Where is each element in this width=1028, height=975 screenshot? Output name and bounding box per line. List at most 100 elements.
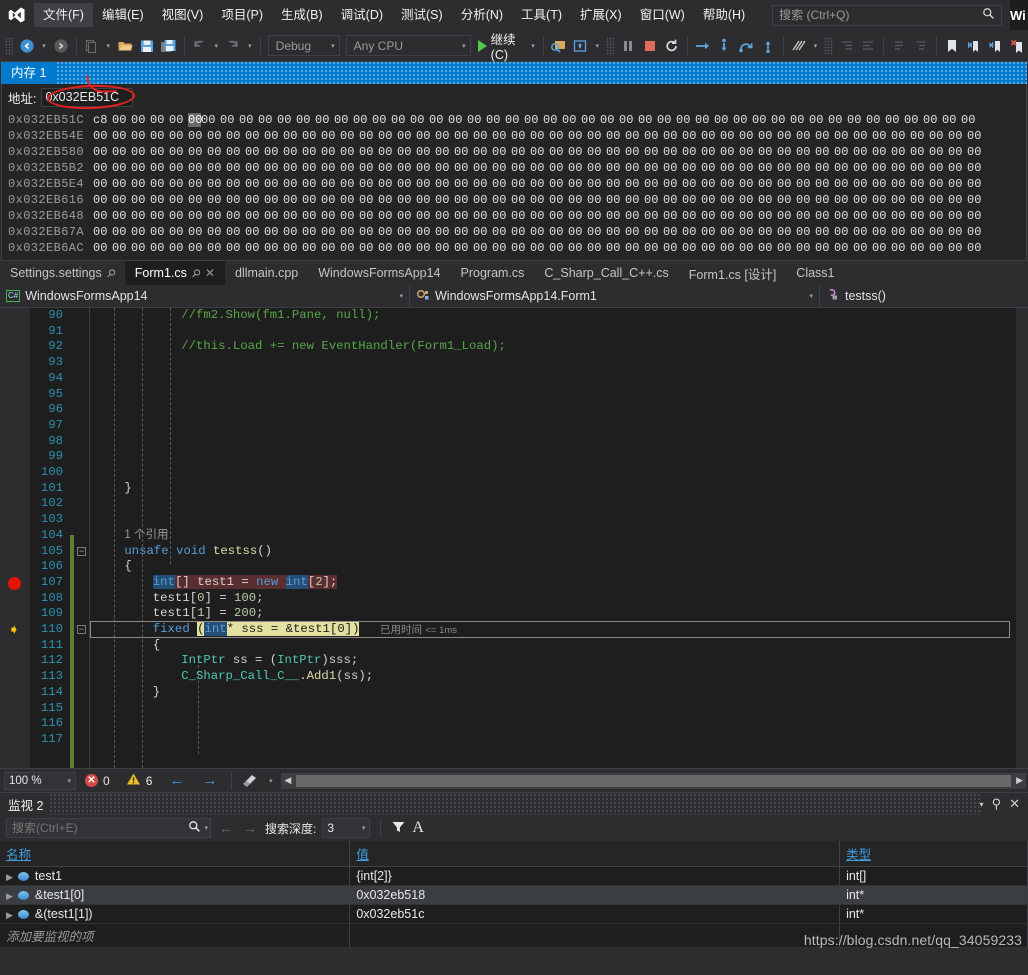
- threads-dropdown-icon[interactable]: ▾: [810, 34, 822, 58]
- memory-byte-cell[interactable]: 00: [188, 225, 207, 239]
- memory-byte-cell[interactable]: 00: [359, 161, 378, 175]
- memory-byte-cell[interactable]: 00: [169, 241, 188, 255]
- memory-byte-cell[interactable]: 00: [815, 209, 834, 223]
- memory-byte-cell[interactable]: 00: [340, 209, 359, 223]
- memory-byte-cell[interactable]: 00: [606, 161, 625, 175]
- step-out-icon[interactable]: [757, 34, 779, 58]
- memory-byte-cell[interactable]: 00: [492, 209, 511, 223]
- filter-funnel-icon[interactable]: [391, 820, 406, 837]
- memory-byte-cell[interactable]: 00: [834, 161, 853, 175]
- memory-byte-cell[interactable]: 00: [549, 193, 568, 207]
- memory-byte-cell[interactable]: 00: [340, 193, 359, 207]
- memory-byte-cell[interactable]: 00: [796, 209, 815, 223]
- memory-byte-cell[interactable]: 00: [245, 225, 264, 239]
- memory-byte-cell[interactable]: 00: [454, 193, 473, 207]
- watch-row[interactable]: ▶ &test1[0] 0x032eb518 int*: [0, 885, 1028, 905]
- memory-byte-cell[interactable]: 00: [568, 225, 587, 239]
- memory-byte-cell[interactable]: 00: [435, 225, 454, 239]
- pin-icon[interactable]: ⚲: [103, 266, 118, 280]
- memory-byte-cell[interactable]: 00: [283, 129, 302, 143]
- memory-byte-cell[interactable]: 00: [93, 209, 112, 223]
- code-line[interactable]: }: [124, 481, 131, 497]
- scrollbar-thumb[interactable]: [296, 774, 1012, 787]
- memory-byte-cell[interactable]: 00: [796, 193, 815, 207]
- memory-byte-cell[interactable]: 00: [587, 161, 606, 175]
- memory-byte-cell[interactable]: 00: [530, 193, 549, 207]
- memory-byte-cell[interactable]: 00: [720, 241, 739, 255]
- memory-byte-cell[interactable]: 00: [435, 129, 454, 143]
- memory-byte-cell[interactable]: 00: [796, 129, 815, 143]
- memory-byte-cell[interactable]: 00: [581, 113, 600, 127]
- memory-byte-cell[interactable]: 00: [454, 241, 473, 255]
- memory-byte-cell[interactable]: 00: [359, 225, 378, 239]
- memory-byte-cell[interactable]: 00: [150, 241, 169, 255]
- code-line[interactable]: test1[1] = 200;: [153, 606, 264, 622]
- memory-byte-cell[interactable]: 00: [834, 177, 853, 191]
- memory-byte-cell[interactable]: 00: [112, 209, 131, 223]
- memory-byte-cell[interactable]: 00: [834, 129, 853, 143]
- memory-byte-cell[interactable]: 00: [321, 225, 340, 239]
- memory-byte-cell[interactable]: 00: [657, 113, 676, 127]
- memory-byte-cell[interactable]: 00: [777, 161, 796, 175]
- menu-item-8[interactable]: 工具(T): [512, 3, 571, 27]
- memory-byte-cell[interactable]: 00: [505, 113, 524, 127]
- memory-byte-cell[interactable]: 00: [416, 209, 435, 223]
- memory-byte-cell[interactable]: 00: [929, 241, 948, 255]
- code-line[interactable]: {: [124, 559, 131, 575]
- code-line[interactable]: //this.Load += new EventHandler(Form1_Lo…: [181, 339, 506, 355]
- memory-byte-cell[interactable]: 00: [302, 129, 321, 143]
- memory-byte-cell[interactable]: 00: [834, 145, 853, 159]
- memory-byte-cell[interactable]: 00: [682, 145, 701, 159]
- memory-byte-cell[interactable]: 00: [334, 113, 353, 127]
- memory-byte-cell[interactable]: 00: [796, 145, 815, 159]
- pause-icon[interactable]: [617, 34, 639, 58]
- code-line[interactable]: //fm2.Show(fm1.Pane, null);: [181, 308, 380, 324]
- memory-byte-cell[interactable]: 00: [416, 129, 435, 143]
- memory-byte-cell[interactable]: 00: [435, 193, 454, 207]
- hot-reload-icon[interactable]: [570, 34, 592, 58]
- memory-byte-cell[interactable]: 00: [378, 145, 397, 159]
- memory-byte-cell[interactable]: 00: [473, 241, 492, 255]
- memory-byte-cell[interactable]: 00: [226, 193, 245, 207]
- memory-byte-cell[interactable]: 00: [568, 177, 587, 191]
- memory-byte-cell[interactable]: 00: [834, 225, 853, 239]
- memory-byte-cell[interactable]: 00: [625, 161, 644, 175]
- memory-row[interactable]: 0x032EB51C c8 00 00 00 00 00 00 00 00 00 00 00 00 00 00…: [8, 112, 1026, 128]
- memory-window-tab[interactable]: 内存 1: [1, 62, 56, 84]
- memory-byte-cell[interactable]: 00: [150, 209, 169, 223]
- navigate-back-dropdown-icon[interactable]: ▾: [38, 34, 50, 58]
- memory-byte-cell[interactable]: 00: [891, 145, 910, 159]
- memory-byte-cell[interactable]: 00: [815, 161, 834, 175]
- memory-byte-cell[interactable]: 00: [359, 129, 378, 143]
- memory-byte-cell[interactable]: 00: [302, 225, 321, 239]
- memory-byte-cell[interactable]: 00: [948, 129, 967, 143]
- memory-byte-cell[interactable]: 00: [283, 241, 302, 255]
- watch-search-input[interactable]: [12, 821, 189, 835]
- memory-byte-cell[interactable]: 00: [929, 209, 948, 223]
- memory-byte-cell[interactable]: 00: [169, 177, 188, 191]
- memory-row[interactable]: 0x032EB67A 00 00 00 00 00 00 00 00 00 00 00 00 00 00 00…: [8, 224, 1026, 240]
- expand-chevron-icon[interactable]: ▶: [6, 872, 13, 882]
- memory-row[interactable]: 0x032EB54E 00 00 00 00 00 00 00 00 00 00 00 00 00 00 00…: [8, 128, 1026, 144]
- watch-row-name-cell[interactable]: ▶ test1: [0, 866, 351, 886]
- memory-byte-cell[interactable]: 00: [283, 161, 302, 175]
- memory-byte-cell[interactable]: 00: [663, 209, 682, 223]
- memory-byte-cell[interactable]: 00: [758, 129, 777, 143]
- memory-byte-cell[interactable]: 00: [549, 241, 568, 255]
- toolbar-grip[interactable]: [5, 36, 14, 55]
- memory-byte-cell[interactable]: 00: [93, 241, 112, 255]
- memory-byte-cell[interactable]: 00: [188, 193, 207, 207]
- memory-byte-cell[interactable]: 00: [511, 161, 530, 175]
- scroll-left-icon[interactable]: ◀: [281, 775, 294, 786]
- memory-byte-cell[interactable]: 00: [530, 241, 549, 255]
- memory-byte-cell[interactable]: 00: [378, 225, 397, 239]
- watch-add-placeholder[interactable]: 添加要监视的项: [0, 923, 351, 948]
- memory-byte-cell[interactable]: 00: [543, 113, 562, 127]
- memory-byte-cell[interactable]: 00: [530, 177, 549, 191]
- memory-byte-cell[interactable]: 00: [416, 161, 435, 175]
- memory-byte-cell[interactable]: 00: [378, 193, 397, 207]
- memory-byte-cell[interactable]: 00: [492, 177, 511, 191]
- memory-byte-cell[interactable]: 00: [93, 193, 112, 207]
- memory-byte-cell[interactable]: 00: [568, 193, 587, 207]
- menu-item-2[interactable]: 视图(V): [153, 3, 213, 27]
